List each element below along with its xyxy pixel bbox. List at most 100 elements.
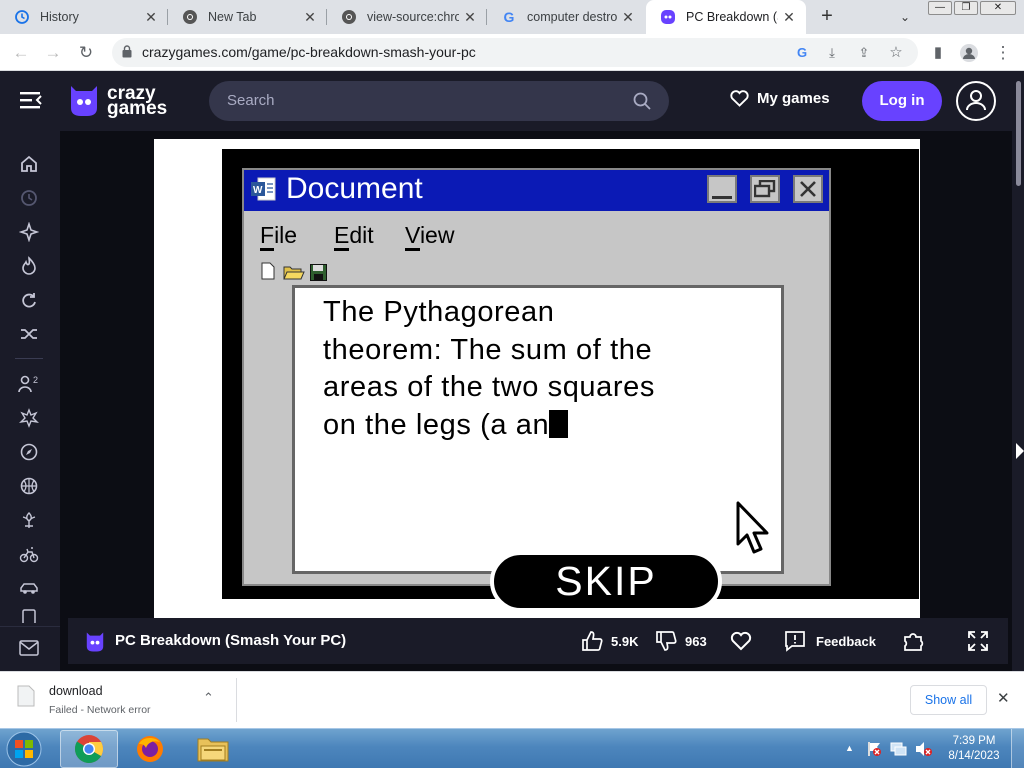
taskbar-chrome[interactable] [60, 730, 118, 768]
new-games-sparkle-icon[interactable] [16, 219, 42, 245]
scrollbar-thumb[interactable] [1016, 81, 1021, 186]
updated-refresh-icon[interactable] [16, 287, 42, 313]
crazygames-logo-icon [71, 86, 97, 116]
menu-file-rest: ile [274, 222, 298, 248]
game-stage[interactable]: W Document File Edit View The Pythagorea… [222, 149, 919, 612]
close-download-shelf-icon[interactable]: ✕ [997, 689, 1010, 707]
tab-new-tab[interactable]: New Tab ✕ [168, 0, 327, 34]
forward-icon[interactable]: → [40, 40, 66, 66]
minimize-window-button[interactable]: — [928, 1, 952, 15]
basketball-icon[interactable] [16, 473, 42, 499]
adventure-compass-icon[interactable] [16, 439, 42, 465]
show-desktop-button[interactable] [1011, 729, 1024, 769]
my-games-label: My games [757, 90, 830, 107]
close-icon[interactable] [793, 175, 823, 203]
reload-icon[interactable]: ↻ [73, 40, 99, 66]
card-games-icon[interactable] [16, 609, 42, 623]
taskbar-clock[interactable]: 7:39 PM 8/14/2023 [944, 734, 1004, 764]
taskbar-file-explorer[interactable] [196, 734, 230, 769]
fake-word-window[interactable]: W Document File Edit View The Pythagorea… [242, 168, 831, 586]
menu-file[interactable]: File [260, 222, 298, 251]
download-status: Failed - Network error [49, 704, 151, 716]
network-status-icon[interactable] [890, 741, 908, 762]
show-all-downloads-button[interactable]: Show all [910, 685, 987, 715]
site-header: crazy games Search My games Log in [0, 71, 1019, 131]
car-icon[interactable] [16, 575, 42, 601]
login-button[interactable]: Log in [862, 81, 942, 121]
home-icon[interactable] [16, 151, 42, 177]
file-icon [17, 685, 35, 712]
tab-search-chevron-icon[interactable]: ⌄ [893, 6, 917, 28]
chrome-icon [182, 9, 198, 25]
folder-icon [197, 738, 229, 762]
url-text[interactable]: crazygames.com/game/pc-breakdown-smash-y… [142, 44, 476, 60]
skip-button[interactable]: SKIP [490, 551, 722, 612]
game-canvas[interactable]: W Document File Edit View The Pythagorea… [154, 139, 920, 618]
trending-flame-icon[interactable] [16, 253, 42, 279]
bookmark-star-icon[interactable]: ☆ [886, 43, 906, 63]
tab-pc-breakdown[interactable]: PC Breakdown (Sm ✕ [646, 0, 806, 34]
restore-window-button[interactable]: ❐ [954, 1, 978, 15]
menu-collapse-icon[interactable] [20, 90, 42, 115]
like-button[interactable]: 5.9K [581, 628, 638, 654]
omnibox[interactable]: crazygames.com/game/pc-breakdown-smash-y… [112, 38, 918, 67]
clock-date: 8/14/2023 [948, 750, 1000, 762]
network-flag-icon[interactable] [866, 741, 882, 762]
action-icon[interactable] [16, 405, 42, 431]
favorite-button[interactable] [730, 628, 752, 654]
page-scrollbar[interactable] [1012, 71, 1024, 671]
feedback-button[interactable]: Feedback [784, 628, 876, 654]
close-tab-icon[interactable]: ✕ [459, 9, 481, 26]
minimize-icon[interactable] [707, 175, 737, 203]
tab-google-search[interactable]: G computer destroy ✕ [487, 0, 645, 34]
download-filename[interactable]: download [49, 684, 103, 698]
profile-icon[interactable] [956, 40, 982, 66]
show-hidden-icons-icon[interactable]: ▲ [845, 743, 854, 753]
multiplayer-icon[interactable]: 2 [16, 371, 42, 397]
site-logo[interactable]: crazy games [67, 82, 167, 120]
document-page[interactable]: The Pythagorean theorem: The sum of the … [292, 285, 784, 574]
close-window-button[interactable]: ✕ [980, 1, 1016, 15]
side-panel-icon[interactable]: ▮ [925, 40, 951, 66]
random-shuffle-icon[interactable] [16, 321, 42, 347]
save-floppy-icon[interactable] [310, 264, 327, 286]
tab-history[interactable]: History ✕ [0, 0, 168, 34]
browser-tab-strip: History ✕ New Tab ✕ view-source:chrome ✕… [0, 0, 1024, 34]
new-file-icon[interactable] [261, 262, 275, 285]
lock-icon[interactable] [122, 45, 132, 58]
close-tab-icon[interactable]: ✕ [617, 9, 639, 26]
close-tab-icon[interactable]: ✕ [140, 9, 162, 26]
site-search-bar[interactable]: Search [209, 81, 669, 121]
share-icon[interactable]: ⇪ [854, 43, 874, 63]
maximize-icon[interactable] [750, 175, 780, 203]
menu-view[interactable]: View [405, 222, 454, 251]
back-icon[interactable]: ← [8, 40, 34, 66]
window-titlebar: W Document [244, 170, 829, 211]
game-info-bar: PC Breakdown (Smash Your PC) 5.9K 963 Fe… [68, 618, 1008, 664]
my-games-button[interactable]: My games [730, 90, 830, 107]
open-folder-icon[interactable] [283, 265, 305, 285]
doc-line: The Pythagorean [323, 296, 555, 328]
beauty-flower-icon[interactable] [16, 507, 42, 533]
taskbar-firefox[interactable] [134, 734, 166, 769]
doc-line-current: on the legs (a an [323, 407, 743, 445]
new-tab-button[interactable]: + [814, 5, 840, 29]
menu-edit[interactable]: Edit [334, 222, 374, 251]
google-lens-icon[interactable]: G [792, 43, 812, 63]
windows-start-orb-icon[interactable] [4, 730, 44, 768]
search-icon[interactable] [633, 92, 651, 115]
browser-menu-icon[interactable]: ⋮ [990, 40, 1016, 66]
user-account-icon[interactable] [956, 81, 996, 121]
recent-icon[interactable] [16, 185, 42, 211]
tab-view-source[interactable]: view-source:chrome ✕ [327, 0, 487, 34]
dislike-button[interactable]: 963 [655, 628, 707, 654]
close-tab-icon[interactable]: ✕ [299, 9, 321, 26]
install-app-icon[interactable]: ⤓ [822, 43, 842, 63]
close-tab-icon[interactable]: ✕ [778, 9, 800, 26]
bike-icon[interactable] [16, 541, 42, 567]
embed-button[interactable] [902, 628, 924, 654]
download-options-chevron-icon[interactable]: ⌃ [203, 690, 214, 706]
fullscreen-button[interactable] [967, 628, 989, 654]
mail-icon[interactable] [16, 635, 42, 661]
volume-muted-icon[interactable] [915, 741, 933, 762]
